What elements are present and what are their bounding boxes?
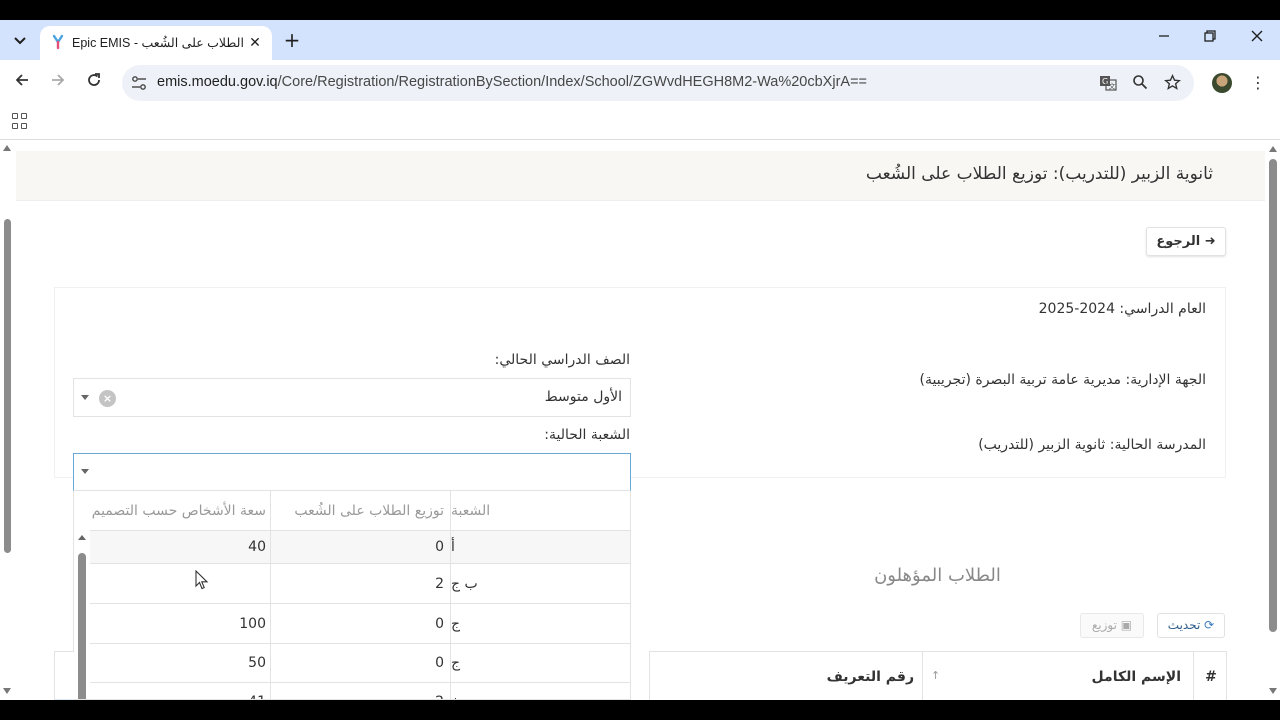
tab-close-icon[interactable]: ✕: [246, 34, 264, 52]
dropdown-scrollbar[interactable]: [74, 491, 90, 699]
back-arrow-icon[interactable]: [10, 71, 34, 95]
tab-search-icon[interactable]: [8, 29, 32, 53]
section-select[interactable]: [73, 453, 631, 491]
right-scrollbar[interactable]: [1266, 141, 1280, 700]
dropdown-option[interactable]: أ 0 40: [90, 531, 630, 564]
browser-menu-icon[interactable]: ⋮: [1248, 72, 1268, 94]
students-table: # الإسم الكامل ↑ رقم التعريف: [649, 651, 1227, 700]
tab-strip: Epic EMIS - توزيع الطلاب على الشُعب ✕ +: [0, 20, 1280, 60]
option-capacity: 40: [248, 539, 266, 555]
tab-title: Epic EMIS - توزيع الطلاب على الشُعب: [72, 36, 244, 50]
forward-arrow-icon[interactable]: [46, 71, 70, 95]
new-tab-icon[interactable]: +: [281, 29, 303, 51]
refresh-button[interactable]: ⟳ تحديث: [1157, 613, 1225, 638]
refresh-icon: ⟳: [1204, 618, 1215, 632]
header-capacity: سعة الأشخاص حسب التصميم: [91, 502, 266, 519]
dropdown-option[interactable]: خ 2 41: [90, 682, 630, 700]
translate-icon[interactable]: G文: [1098, 74, 1118, 92]
chevron-down-icon[interactable]: [81, 469, 89, 474]
sort-arrow-icon[interactable]: ↑: [931, 669, 940, 682]
col-id[interactable]: رقم التعريف: [650, 652, 922, 700]
page-viewport: ثانوية الزبير (للتدريب): توزيع الطلاب عل…: [0, 141, 1280, 700]
dropdown-option[interactable]: ج 0 100: [90, 604, 630, 644]
col-fullname-label: الإسم الكامل: [1091, 669, 1181, 685]
site-favicon-icon: [52, 34, 64, 50]
section-label: الشعبة الحالية:: [544, 427, 630, 443]
option-capacity: 50: [248, 654, 266, 671]
scrollbar-thumb[interactable]: [1269, 159, 1277, 632]
bookmarks-bar: [0, 106, 1280, 140]
option-distribution: 0: [270, 531, 450, 563]
site-info-icon[interactable]: [130, 74, 148, 92]
option-section: أ: [450, 531, 630, 563]
refresh-label: تحديث: [1167, 618, 1201, 632]
table-header-row: # الإسم الكامل ↑ رقم التعريف: [650, 652, 1228, 700]
option-section: خ: [450, 682, 630, 699]
option-capacity: [90, 564, 270, 603]
table-edge-row: [54, 699, 74, 700]
academic-year: العام الدراسي: 2024-2025: [1038, 301, 1206, 317]
mouse-cursor-icon: [195, 570, 209, 590]
url-path: /Core/Registration/RegistrationBySection…: [277, 74, 867, 90]
minimize-icon[interactable]: [1153, 30, 1175, 50]
page-header: ثانوية الزبير (للتدريب): توزيع الطلاب عل…: [16, 151, 1265, 201]
section-dropdown[interactable]: الشعبة توزيع الطلاب على الشُعب سعة الأشخ…: [73, 491, 631, 700]
option-section: ج: [450, 643, 630, 682]
header-distribution: توزيع الطلاب على الشُعب: [270, 491, 450, 530]
reload-icon[interactable]: [82, 71, 106, 95]
active-tab[interactable]: Epic EMIS - توزيع الطلاب على الشُعب ✕: [40, 26, 272, 60]
option-section: ج: [450, 604, 630, 643]
back-button-label: الرجوع: [1156, 234, 1201, 249]
distribute-label: توزيع: [1091, 618, 1117, 632]
grade-value: الأول متوسط: [544, 389, 622, 405]
apps-grid-icon[interactable]: [12, 113, 28, 129]
bookmark-star-icon[interactable]: [1162, 74, 1182, 92]
scroll-down-icon[interactable]: [3, 688, 11, 694]
col-fullname[interactable]: الإسم الكامل ↑: [922, 652, 1193, 700]
svg-text:G: G: [1102, 77, 1108, 86]
option-distribution: 2: [270, 682, 450, 699]
option-distribution: 0: [270, 643, 450, 682]
administration: الجهة الإدارية: مديرية عامة تربية البصرة…: [919, 372, 1207, 388]
scrollbar-thumb[interactable]: [78, 553, 86, 699]
window-close-icon[interactable]: [1246, 30, 1268, 50]
browser-window: Epic EMIS - توزيع الطلاب على الشُعب ✕ +: [0, 20, 1280, 700]
dropdown-option[interactable]: ب ج 2: [90, 564, 630, 604]
chevron-down-icon[interactable]: [81, 395, 89, 400]
grade-select[interactable]: الأول متوسط ×: [73, 378, 631, 417]
address-bar[interactable]: emis.moedu.gov.iq/Core/Registration/Regi…: [122, 65, 1194, 101]
left-scrollbar[interactable]: [0, 141, 14, 700]
url-text: emis.moedu.gov.iq/Core/Registration/Regi…: [157, 74, 867, 90]
scroll-up-icon[interactable]: [78, 535, 86, 540]
dropdown-header-row: الشعبة توزيع الطلاب على الشُعب سعة الأشخ…: [90, 491, 630, 531]
browser-toolbar: emis.moedu.gov.iq/Core/Registration/Regi…: [0, 60, 1280, 106]
current-school: المدرسة الحالية: ثانوية الزبير (للتدريب): [978, 437, 1206, 453]
col-hash: #: [1193, 652, 1228, 700]
header-section: الشعبة: [450, 491, 630, 530]
restore-icon[interactable]: [1199, 30, 1221, 50]
url-host: emis.moedu.gov.iq: [157, 74, 278, 90]
option-capacity: 100: [239, 615, 266, 632]
option-section: ب ج: [450, 564, 630, 603]
save-icon: ▣: [1120, 618, 1133, 632]
svg-text:文: 文: [1109, 82, 1116, 91]
option-capacity: 41: [90, 682, 270, 700]
table-edge: [54, 651, 74, 700]
profile-avatar[interactable]: [1212, 73, 1232, 93]
dropdown-option[interactable]: ج 0 50: [90, 643, 630, 683]
back-button[interactable]: ➜ الرجوع: [1146, 227, 1226, 256]
eligible-students-title: الطلاب المؤهلون: [874, 565, 1001, 586]
scroll-up-icon[interactable]: [3, 145, 11, 151]
zoom-icon[interactable]: [1130, 74, 1150, 92]
scroll-down-icon[interactable]: [1269, 688, 1277, 694]
option-distribution: 0: [270, 604, 450, 643]
clear-icon[interactable]: ×: [99, 390, 116, 407]
option-distribution: 2: [270, 564, 450, 603]
scroll-up-icon[interactable]: [1269, 146, 1277, 152]
grade-label: الصف الدراسي الحالي:: [494, 352, 630, 368]
scrollbar-thumb[interactable]: [4, 219, 11, 553]
page-title: ثانوية الزبير (للتدريب): توزيع الطلاب عل…: [865, 164, 1213, 184]
back-arrow-icon: ➜: [1204, 234, 1216, 249]
distribute-button[interactable]: ▣ توزيع: [1080, 613, 1144, 638]
